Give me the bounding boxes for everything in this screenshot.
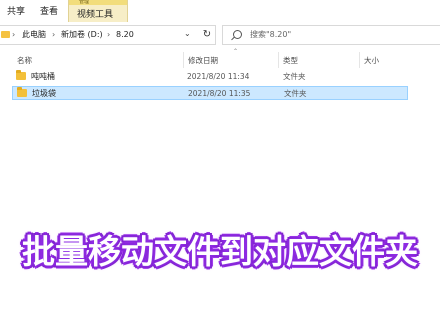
breadcrumb-drive[interactable]: 新加卷 (D:): [61, 30, 103, 40]
column-date[interactable]: 修改日期: [188, 56, 218, 66]
file-type: 文件夹: [284, 89, 307, 98]
column-size[interactable]: 大小: [364, 56, 379, 66]
column-divider[interactable]: [359, 52, 360, 68]
list-item[interactable]: 吨吨桶 2021/8/20 11:34 文件夹: [12, 70, 408, 84]
file-date: 2021/8/20 11:35: [188, 89, 251, 98]
context-group-label: 管理: [79, 0, 90, 5]
column-header: ⌃ 名称 修改日期 类型 大小: [0, 48, 440, 68]
column-divider[interactable]: [183, 52, 184, 68]
search-icon: [233, 30, 242, 39]
context-group-bar: [69, 0, 127, 5]
column-name[interactable]: 名称: [17, 56, 32, 66]
breadcrumb-this-pc[interactable]: 此电脑: [22, 30, 46, 40]
chevron-down-icon[interactable]: ⌄: [184, 29, 191, 38]
tab-video-tools-label: 视频工具: [77, 10, 114, 20]
list-item-selected[interactable]: 垃圾袋 2021/8/20 11:35 文件夹: [12, 86, 408, 100]
sort-chevron-icon: ⌃: [233, 48, 239, 55]
chevron-right-icon[interactable]: ›: [107, 30, 110, 40]
file-type: 文件夹: [283, 72, 306, 81]
file-name: 吨吨桶: [31, 72, 55, 81]
column-divider[interactable]: [278, 52, 279, 68]
file-name: 垃圾袋: [32, 89, 56, 98]
folder-icon: [17, 87, 27, 97]
ribbon-tabs: 共享 查看 管理 视频工具: [0, 0, 440, 23]
folder-icon: [1, 31, 10, 38]
tab-view[interactable]: 查看: [40, 6, 58, 18]
search-input[interactable]: 搜索"8.20": [222, 25, 440, 45]
tab-share[interactable]: 共享: [7, 6, 25, 18]
column-type[interactable]: 类型: [283, 56, 298, 66]
navigation-bar: › 此电脑 › 新加卷 (D:) › 8.20 ⌄ ↻ 搜索"8.20": [0, 22, 440, 49]
file-date: 2021/8/20 11:34: [187, 72, 250, 81]
caption-overlay: 批量移动文件到对应文件夹: [22, 232, 418, 271]
tab-video-tools[interactable]: 管理 视频工具: [68, 0, 128, 22]
search-placeholder: 搜索"8.20": [250, 30, 292, 39]
chevron-right-icon[interactable]: ›: [52, 30, 55, 40]
chevron-right-icon[interactable]: ›: [12, 30, 15, 40]
address-bar[interactable]: › 此电脑 › 新加卷 (D:) › 8.20 ⌄ ↻: [0, 25, 216, 45]
breadcrumb-folder[interactable]: 8.20: [116, 30, 134, 40]
refresh-icon[interactable]: ↻: [198, 26, 216, 44]
folder-icon: [16, 70, 26, 80]
